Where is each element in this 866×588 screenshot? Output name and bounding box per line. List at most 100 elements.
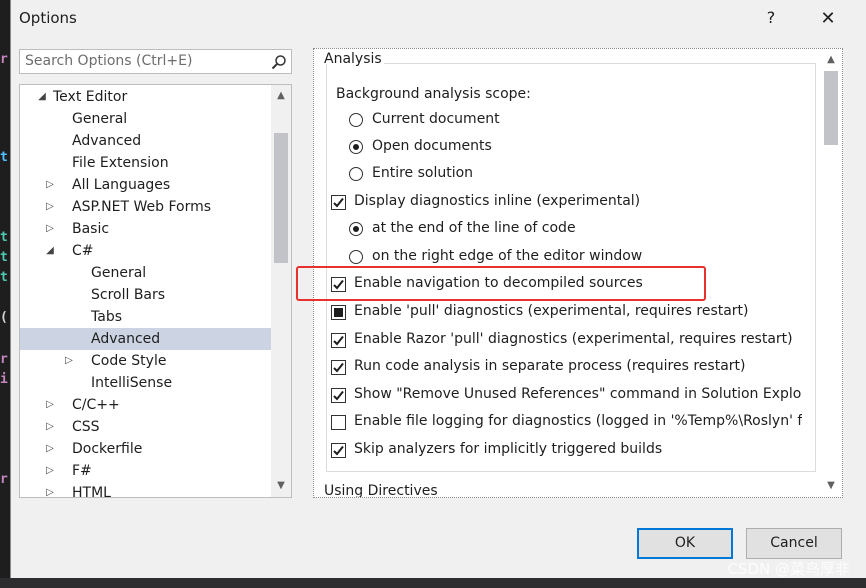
collapsed-arrow-icon[interactable]: ▷ [45,174,55,196]
checkbox-file-logging-label[interactable]: Enable file logging for diagnostics (log… [354,413,802,429]
tree-item-csharp-advanced[interactable]: Advanced [20,328,271,350]
dialog-title: Options [19,9,77,27]
highlight-box [296,266,706,301]
tree-item-csharp-general[interactable]: General [20,262,271,284]
options-tree: ◢ Text Editor General Advanced File Exte… [19,84,292,498]
tree-item-dockerfile[interactable]: ▷ Dockerfile [20,438,271,460]
cancel-button[interactable]: Cancel [746,528,842,559]
tree-item-label: Advanced [72,133,142,149]
tree-item-basic[interactable]: ▷ Basic [20,218,271,240]
checkbox-remove-unused-references[interactable] [331,388,346,403]
tree-scrollbar[interactable]: ▲ ▼ [271,85,291,497]
group-title-using-directives: Using Directives [324,483,438,498]
tree-item-all-languages[interactable]: ▷ All Languages [20,174,271,196]
checkbox-razor-pull-label[interactable]: Enable Razor 'pull' diagnostics (experim… [354,331,793,347]
tree-item-label: HTML [72,485,111,498]
editor-code-fragment: t [0,230,8,245]
panel-scrollbar[interactable]: ▲ ▼ [821,49,841,497]
radio-entire-solution-label[interactable]: Entire solution [372,165,473,181]
collapsed-arrow-icon[interactable]: ▷ [45,394,55,416]
radio-end-of-line[interactable] [349,222,363,236]
expanded-arrow-icon[interactable]: ◢ [45,240,55,262]
tree-item-text-editor[interactable]: ◢ Text Editor [20,86,271,108]
tree-item-label: F# [72,463,92,479]
collapsed-arrow-icon[interactable]: ▷ [45,218,55,240]
search-options-input[interactable]: Search Options (Ctrl+E) [19,49,292,74]
checkmark-icon [333,445,344,456]
tree-item-general[interactable]: General [20,108,271,130]
tree-item-label: Scroll Bars [91,287,166,303]
help-button[interactable]: ? [762,8,780,27]
tree-item-label: All Languages [72,177,171,193]
checkbox-skip-analyzers[interactable] [331,443,346,458]
tree-item-html[interactable]: ▷ HTML [20,482,271,498]
collapsed-arrow-icon[interactable]: ▷ [45,196,55,218]
tree-item-fsharp[interactable]: ▷ F# [20,460,271,482]
search-placeholder: Search Options (Ctrl+E) [25,53,193,69]
checkbox-razor-pull[interactable] [331,333,346,348]
checkmark-icon [333,197,344,208]
radio-current-document[interactable] [349,113,363,127]
editor-code-fragment: t [0,150,8,165]
radio-right-edge-label[interactable]: on the right edge of the editor window [372,248,642,264]
editor-code-fragment: r [0,472,8,487]
tree-item-label: ASP.NET Web Forms [72,199,212,215]
checkbox-remove-unused-references-label[interactable]: Show "Remove Unused References" command … [354,386,802,402]
editor-code-fragment: i [0,372,8,387]
checkmark-icon [333,335,344,346]
collapsed-arrow-icon[interactable]: ▷ [45,460,55,482]
collapsed-arrow-icon[interactable]: ▷ [45,482,55,497]
tree-item-intellisense[interactable]: IntelliSense [20,372,271,394]
checkbox-file-logging[interactable] [331,415,346,430]
checkmark-icon [333,390,344,401]
scroll-up-icon[interactable]: ▲ [821,51,841,69]
collapsed-arrow-icon[interactable]: ▷ [45,438,55,460]
editor-code-fragment: t [0,270,8,285]
checkbox-separate-process-label[interactable]: Run code analysis in separate process (r… [354,358,745,374]
expanded-arrow-icon[interactable]: ◢ [37,86,47,108]
tree-item-file-extension[interactable]: File Extension [20,152,271,174]
tree-item-label: Advanced [91,331,161,347]
editor-background-strip [0,0,10,588]
editor-code-fragment: t [0,250,8,265]
radio-open-documents-label[interactable]: Open documents [372,138,492,154]
tree-item-scroll-bars[interactable]: Scroll Bars [20,284,271,306]
collapsed-arrow-icon[interactable]: ▷ [64,350,74,372]
radio-current-document-label[interactable]: Current document [372,111,500,127]
checkbox-display-inline[interactable] [331,195,346,210]
collapsed-arrow-icon[interactable]: ▷ [45,416,55,438]
tree-item-code-style[interactable]: ▷ Code Style [20,350,271,372]
panel-scrollbar-thumb[interactable] [824,71,838,145]
checkbox-separate-process[interactable] [331,360,346,375]
tree-item-aspnet-web-forms[interactable]: ▷ ASP.NET Web Forms [20,196,271,218]
ok-button[interactable]: OK [637,528,733,559]
editor-code-fragment: r [0,52,8,67]
checkbox-pull-diagnostics[interactable] [331,305,346,320]
radio-entire-solution[interactable] [349,167,363,181]
tree-item-label: File Extension [72,155,169,171]
tree-item-cpp[interactable]: ▷ C/C++ [20,394,271,416]
tree-item-csharp[interactable]: ◢ C# [20,240,271,262]
tree-item-label: Text Editor [53,89,128,105]
checkbox-skip-analyzers-label[interactable]: Skip analyzers for implicitly triggered … [354,441,662,457]
scroll-up-icon[interactable]: ▲ [271,87,291,105]
radio-open-documents[interactable] [349,140,363,154]
editor-status-strip [0,578,866,588]
scope-label: Background analysis scope: [336,86,531,102]
watermark: CSDN @菜鸟厚非 [727,560,850,578]
tree-item-advanced[interactable]: Advanced [20,130,271,152]
radio-right-edge[interactable] [349,250,363,264]
tree-item-label: C/C++ [72,397,120,413]
tree-item-tabs[interactable]: Tabs [20,306,271,328]
editor-code-fragment: r [0,352,8,367]
tree-scrollbar-thumb[interactable] [274,133,288,263]
close-button[interactable]: ✕ [811,6,845,32]
tree-item-label: C# [72,243,94,259]
tree-item-css[interactable]: ▷ CSS [20,416,271,438]
scroll-down-icon[interactable]: ▼ [821,477,841,495]
checkbox-display-inline-label[interactable]: Display diagnostics inline (experimental… [354,193,640,209]
radio-end-of-line-label[interactable]: at the end of the line of code [372,220,576,236]
tree-item-label: Basic [72,221,110,237]
checkbox-pull-diagnostics-label[interactable]: Enable 'pull' diagnostics (experimental,… [354,303,749,319]
scroll-down-icon[interactable]: ▼ [271,477,291,495]
